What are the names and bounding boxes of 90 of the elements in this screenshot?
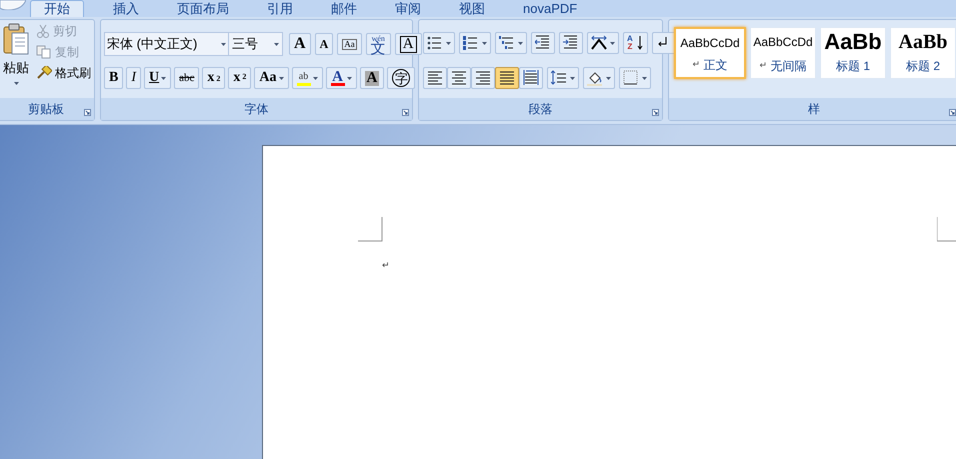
- clear-button[interactable]: Aa: [337, 33, 362, 55]
- italic-button[interactable]: I: [126, 67, 142, 89]
- dialog-launcher-icon: [652, 109, 659, 116]
- ribbon-tab[interactable]: 引用: [254, 0, 306, 17]
- multilevel-button[interactable]: [495, 32, 527, 54]
- caret-icon: [346, 76, 352, 80]
- decrease-indent-icon: [535, 35, 551, 51]
- clipboard-icon: [3, 22, 29, 56]
- fontcolor-button[interactable]: A: [326, 67, 357, 89]
- group-label: 字体: [244, 101, 268, 118]
- shading-button[interactable]: [583, 67, 615, 89]
- ribbon-tab[interactable]: novaPDF: [510, 0, 590, 17]
- ribbon-tab[interactable]: 页面布局: [164, 0, 242, 17]
- group-label: 剪贴板: [28, 101, 64, 118]
- distribute-button[interactable]: [519, 67, 543, 89]
- ribbon-tab[interactable]: 审阅: [382, 0, 434, 17]
- sub-button[interactable]: x 2: [202, 67, 226, 89]
- shade-button[interactable]: A: [360, 67, 384, 89]
- case-button[interactable]: Aa: [254, 67, 289, 89]
- style-gallery-item[interactable]: AaBb 标题 1: [820, 27, 886, 79]
- multilevel-list-icon: [499, 35, 515, 51]
- borders-icon: [623, 70, 639, 86]
- margin-corner-icon: [358, 217, 383, 242]
- paste-button[interactable]: 粘贴: [2, 22, 30, 92]
- font-name-dropdown[interactable]: 宋体 (中文正文): [104, 32, 229, 56]
- group-label: 段落: [528, 101, 552, 118]
- align-center-icon: [451, 70, 467, 86]
- asian-button[interactable]: [587, 32, 619, 54]
- caret-icon: [278, 76, 284, 80]
- paintbrush-icon: [36, 66, 52, 80]
- chinese-layout-icon: [591, 35, 607, 51]
- distribute-icon: [523, 70, 539, 86]
- ribbon-tab[interactable]: 邮件: [318, 0, 370, 17]
- group-label: 样: [808, 101, 820, 118]
- spacing-button[interactable]: [547, 67, 579, 89]
- caret-icon: [221, 42, 226, 46]
- enclose-button[interactable]: 字: [387, 67, 416, 89]
- dialog-launcher-icon: [949, 109, 956, 116]
- bold-button[interactable]: B: [104, 67, 124, 89]
- font-size-dropdown[interactable]: 三号: [228, 32, 283, 56]
- align-left-icon: [427, 70, 443, 86]
- copy-icon: [36, 44, 52, 58]
- align-right-icon: [475, 70, 491, 86]
- style-gallery-item[interactable]: AaBbCcDd ↵ 正文: [674, 27, 746, 79]
- caret-icon: [642, 76, 647, 80]
- line-spacing-icon: [551, 70, 567, 86]
- marks-button[interactable]: [652, 32, 676, 54]
- justify-icon: [499, 70, 515, 86]
- boxed-button[interactable]: A: [394, 33, 422, 55]
- caret-icon: [518, 42, 523, 44]
- sort-button[interactable]: A Z: [623, 32, 648, 54]
- justify-button[interactable]: [495, 67, 519, 89]
- numbering-button[interactable]: [459, 32, 491, 54]
- caret-icon: [14, 82, 18, 85]
- caret-icon: [312, 76, 318, 80]
- highlight-button[interactable]: ab: [292, 67, 323, 89]
- indent-button[interactable]: [559, 32, 583, 54]
- caret-icon: [161, 76, 166, 80]
- paint-bucket-icon: [587, 70, 603, 86]
- style-gallery-item[interactable]: AaBb 标题 2: [890, 27, 956, 79]
- scissors-icon: [36, 24, 50, 38]
- underline-button[interactable]: U: [144, 67, 172, 89]
- left-button[interactable]: [423, 67, 447, 89]
- caret-icon: [606, 76, 611, 80]
- dialog-launcher-icon: [402, 109, 409, 116]
- outdent-button[interactable]: [531, 32, 555, 54]
- style-gallery-item[interactable]: AaBbCcDd ↵ 无间隔: [750, 27, 816, 79]
- numbered-list-icon: [463, 35, 479, 51]
- caret-icon: [274, 42, 279, 46]
- caret-icon: [570, 76, 575, 80]
- phonetic-button[interactable]: wén 文: [366, 33, 391, 55]
- ribbon-tab[interactable]: 视图: [446, 0, 498, 17]
- strike-button[interactable]: abc: [174, 67, 200, 89]
- caret-icon: [482, 42, 487, 44]
- caret-icon: [610, 42, 615, 44]
- grow-button[interactable]: A: [289, 33, 311, 55]
- paragraph-mark: ↵: [382, 259, 390, 272]
- shrink-button[interactable]: A: [314, 33, 334, 55]
- bullet-list-icon: [427, 35, 443, 51]
- increase-indent-icon: [563, 35, 579, 51]
- caret-icon: [446, 42, 451, 44]
- center-button[interactable]: [447, 67, 471, 89]
- ribbon-tab[interactable]: 开始: [30, 0, 84, 17]
- borders-button[interactable]: [619, 67, 651, 89]
- painter-button[interactable]: 格式刷: [36, 64, 91, 81]
- bullets-button[interactable]: [423, 32, 455, 54]
- dialog-launcher-icon: [84, 109, 91, 116]
- right-button[interactable]: [471, 67, 495, 89]
- ribbon-tab[interactable]: 插入: [100, 0, 152, 17]
- margin-corner-icon: [937, 217, 956, 242]
